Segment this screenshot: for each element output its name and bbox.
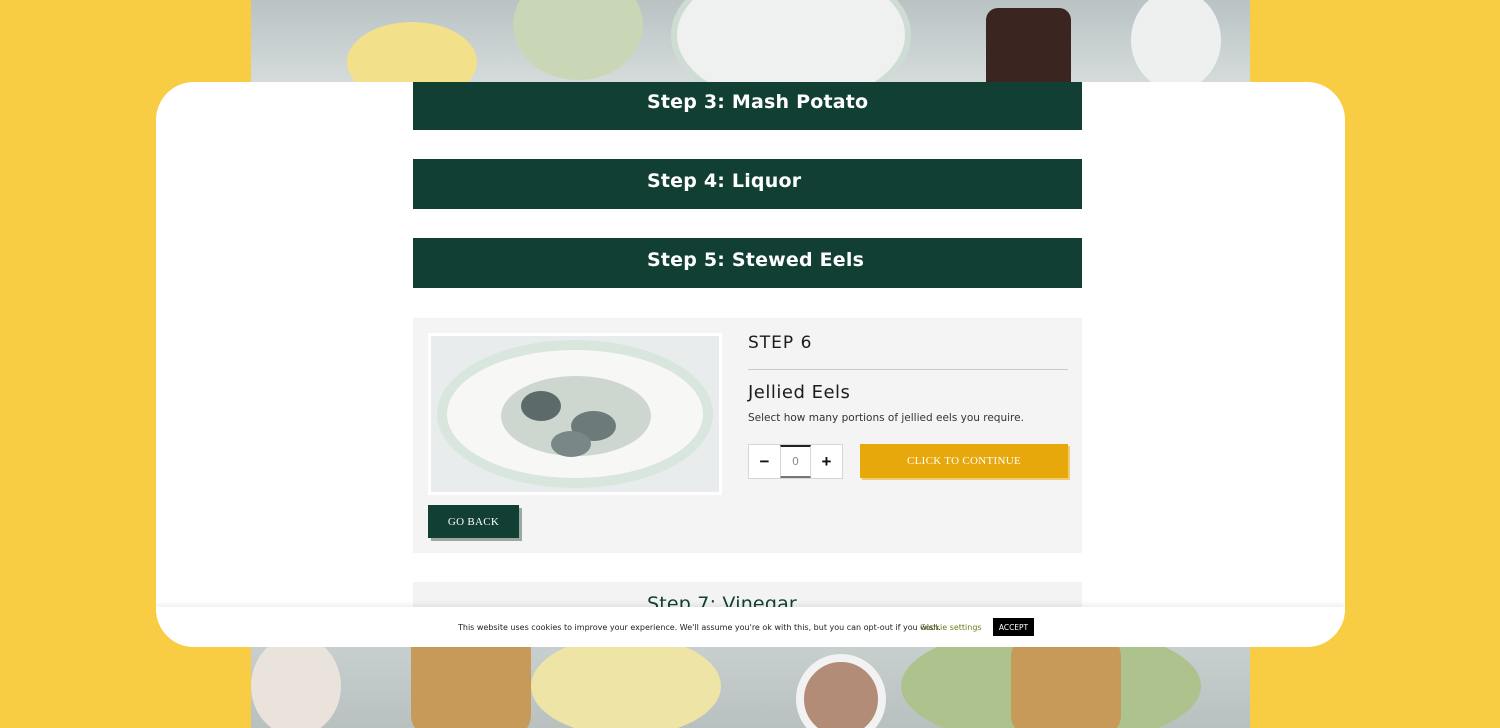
eel-plate-image [671, 0, 911, 82]
cookie-message: This website uses cookies to improve you… [458, 623, 941, 632]
tea-cup-image-2 [796, 654, 886, 728]
quantity-stepper: − + [748, 444, 843, 479]
liquor-bowl-image [513, 0, 643, 80]
increment-button[interactable]: + [811, 445, 842, 478]
go-back-button[interactable]: GO BACK [428, 505, 519, 538]
background-photo-top [251, 0, 1250, 82]
tea-cup-image [251, 646, 341, 728]
mash-bowl-image [347, 22, 477, 82]
cookie-accept-button[interactable]: ACCEPT [993, 618, 1034, 636]
quantity-input[interactable] [780, 445, 811, 478]
step-3-bar[interactable]: Step 3: Mash Potato [413, 82, 1082, 130]
background-photo-bottom [251, 646, 1250, 728]
decrement-button[interactable]: − [749, 445, 780, 478]
mash-plate-image [531, 646, 721, 728]
step-number-heading: STEP 6 [748, 333, 813, 353]
item-description: Select how many portions of jellied eels… [748, 412, 1024, 424]
vinegar-glass-image [986, 8, 1071, 82]
cookie-banner: This website uses cookies to improve you… [156, 607, 1345, 647]
cookie-settings-link[interactable]: Cookie settings [920, 623, 982, 632]
pie-image [411, 646, 531, 728]
step-5-bar[interactable]: Step 5: Stewed Eels [413, 238, 1082, 288]
divider [748, 369, 1068, 370]
step-4-bar[interactable]: Step 4: Liquor [413, 159, 1082, 209]
salt-shaker-image [1131, 0, 1221, 82]
order-card: Step 3: Mash Potato Step 4: Liquor Step … [156, 82, 1345, 647]
continue-button[interactable]: CLICK TO CONTINUE [860, 444, 1068, 478]
jellied-eels-image [428, 333, 722, 495]
pie-image-2 [1011, 646, 1121, 728]
step-6-panel: GO BACK STEP 6 Jellied Eels Select how m… [413, 318, 1082, 553]
item-title: Jellied Eels [748, 382, 851, 403]
